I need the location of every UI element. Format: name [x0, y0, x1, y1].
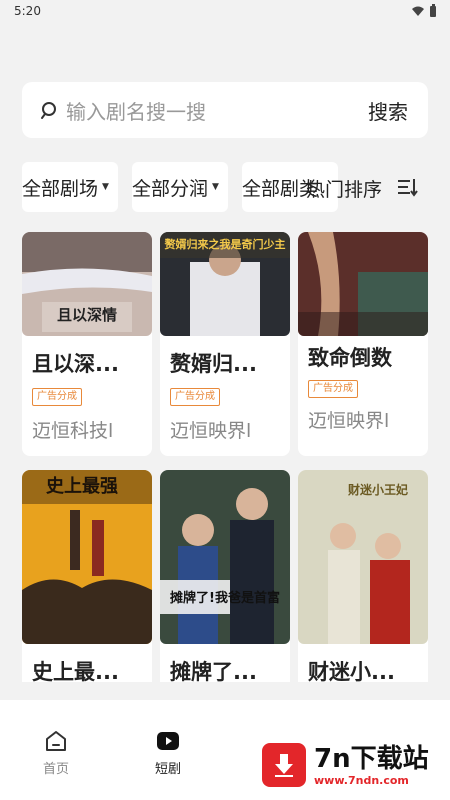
watermark: 7n下载站 www.7ndn.com	[262, 738, 442, 792]
battery-icon	[430, 3, 436, 17]
search-bar[interactable]: 输入剧名搜一搜 搜索	[22, 82, 428, 138]
drama-title: 财迷小...	[308, 660, 395, 682]
sort-dropdown[interactable]: 热门排序	[306, 175, 382, 202]
drama-poster: 财迷小王妃	[298, 470, 428, 644]
nav-short-drama[interactable]: 短剧	[138, 728, 198, 777]
drama-title: 致命倒数	[308, 346, 392, 370]
drama-card[interactable]: 致命倒数 广告分成 迈恒映界l	[298, 232, 428, 456]
filter-theater-label: 全部剧场	[22, 177, 99, 200]
drama-grid[interactable]: 且以深情 且以深... 广告分成 迈恒科技l 赘婿归来之我是奇门少主 赘婿归..…	[0, 232, 450, 682]
download-logo-icon	[262, 743, 306, 787]
search-input[interactable]: 输入剧名搜一搜	[66, 96, 368, 125]
drama-poster	[298, 232, 428, 336]
ad-revenue-badge: 广告分成	[308, 380, 358, 398]
status-bar: 5:20	[0, 0, 450, 22]
ad-revenue-badge: 广告分成	[32, 388, 82, 406]
status-icons	[412, 3, 436, 17]
drama-poster: 且以深情	[22, 232, 152, 336]
drama-title: 摊牌了...	[170, 660, 257, 682]
poster-title-text: 赘婿归来之我是奇门少主	[164, 237, 286, 251]
ad-revenue-badge: 广告分成	[170, 388, 220, 406]
drama-card[interactable]: 摊牌了!我爸是首富 摊牌了...	[160, 470, 290, 682]
filter-bar: 全部剧场 ▼ 全部分润 ▼ 全部剧类 热门排序	[22, 162, 428, 212]
drama-card[interactable]: 史上最强 史上最...	[22, 470, 152, 682]
search-icon	[41, 102, 56, 119]
wifi-icon	[412, 6, 424, 16]
drama-company: 迈恒科技l	[32, 420, 114, 442]
drama-poster: 赘婿归来之我是奇门少主	[160, 232, 290, 336]
filter-revenue[interactable]: 全部分润 ▼	[132, 162, 228, 212]
drama-title: 史上最...	[32, 660, 119, 682]
search-button[interactable]: 搜索	[368, 96, 408, 125]
drama-card[interactable]: 赘婿归来之我是奇门少主 赘婿归... 广告分成 迈恒映界l	[160, 232, 290, 456]
sort-icon[interactable]	[396, 176, 418, 198]
poster-title-text: 且以深情	[57, 306, 117, 324]
nav-home[interactable]: 首页	[26, 728, 86, 777]
nav-home-label: 首页	[42, 762, 69, 777]
drama-card[interactable]: 财迷小王妃 财迷小...	[298, 470, 428, 682]
watermark-title: 7n下载站	[314, 743, 429, 774]
nav-short-drama-label: 短剧	[154, 762, 181, 777]
caret-down-icon: ▼	[212, 182, 219, 192]
drama-title: 且以深...	[32, 352, 119, 376]
poster-title-text: 史上最强	[46, 475, 118, 497]
filter-revenue-label: 全部分润	[132, 177, 209, 200]
watermark-url: www.7ndn.com	[314, 773, 409, 787]
caret-down-icon: ▼	[102, 182, 109, 192]
play-icon	[157, 732, 179, 750]
drama-company: 迈恒映界l	[308, 410, 390, 432]
home-icon	[46, 731, 66, 751]
drama-poster: 史上最强	[22, 470, 152, 644]
drama-company: 迈恒映界l	[170, 420, 252, 442]
drama-title: 赘婿归...	[170, 352, 257, 376]
poster-title-text: 摊牌了!我爸是首富	[170, 590, 280, 606]
status-time: 5:20	[14, 4, 41, 18]
drama-poster: 摊牌了!我爸是首富	[160, 470, 290, 644]
poster-title-text: 财迷小王妃	[347, 482, 408, 497]
drama-card[interactable]: 且以深情 且以深... 广告分成 迈恒科技l	[22, 232, 152, 456]
filter-theater[interactable]: 全部剧场 ▼	[22, 162, 118, 212]
